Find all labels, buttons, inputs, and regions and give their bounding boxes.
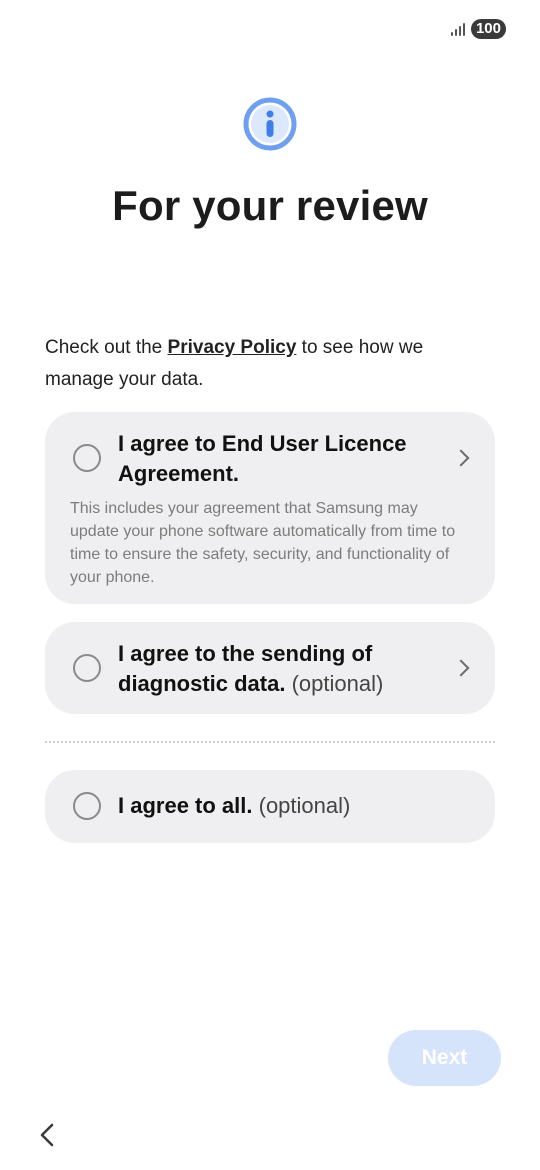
diagnostic-radio[interactable] <box>73 654 101 682</box>
status-bar: 100 <box>450 19 506 39</box>
diagnostic-optional-label: (optional) <box>285 671 384 696</box>
eula-radio[interactable] <box>73 444 101 472</box>
divider <box>45 741 495 743</box>
battery-badge: 100 <box>470 19 506 39</box>
info-icon <box>243 97 297 151</box>
page-title: For your review <box>112 182 428 229</box>
eula-chevron-right-icon[interactable] <box>452 449 470 467</box>
eula-option-card[interactable]: I agree to End User Licence Agreement. T… <box>45 412 495 604</box>
diagnostic-option-card[interactable]: I agree to the sending of diagnostic dat… <box>45 622 495 714</box>
screen: 100 For your review Check out the Privac… <box>0 0 540 1170</box>
agree-all-radio[interactable] <box>73 792 101 820</box>
privacy-policy-link[interactable]: Privacy Policy <box>168 337 297 358</box>
agree-all-title-text: I agree to all. <box>118 793 253 818</box>
agree-all-optional-label: (optional) <box>252 793 351 818</box>
diagnostic-chevron-right-icon[interactable] <box>452 659 470 677</box>
eula-title: I agree to End User Licence Agreement. <box>118 429 428 489</box>
intro-text: Check out the Privacy Policy to see how … <box>45 332 465 396</box>
agree-all-option-card[interactable]: I agree to all. (optional) <box>45 770 495 843</box>
eula-description: This includes your agreement that Samsun… <box>70 500 456 586</box>
agree-all-title: I agree to all. (optional) <box>118 791 448 821</box>
signal-icon <box>450 22 465 36</box>
next-button[interactable]: Next <box>388 1030 501 1086</box>
back-arrow-icon[interactable] <box>34 1120 62 1150</box>
diagnostic-title: I agree to the sending of diagnostic dat… <box>118 639 428 699</box>
intro-prefix: Check out the <box>45 337 168 358</box>
eula-title-text: I agree to End User Licence Agreement. <box>118 431 407 486</box>
